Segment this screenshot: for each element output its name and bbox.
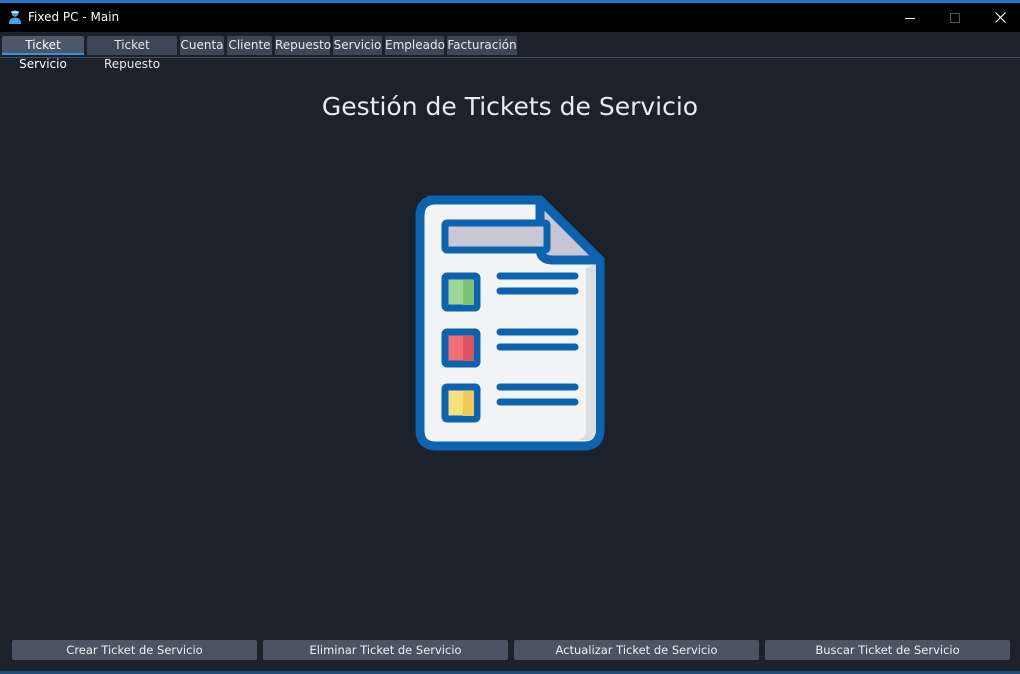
delete-ticket-button[interactable]: Eliminar Ticket de Servicio [263,640,508,660]
tab-facturacion[interactable]: Facturación [447,36,517,55]
tab-ticket-repuesto[interactable]: Ticket Repuesto [87,36,177,71]
maximize-button[interactable] [932,3,978,32]
tab-empleado[interactable]: Empleado [385,36,445,55]
tab-bar: Ticket Servicio Ticket Repuesto Cuenta C… [0,32,1020,71]
document-checklist-icon [415,195,605,451]
tab-cliente[interactable]: Cliente [227,36,272,55]
minimize-button[interactable] [887,3,933,32]
window-title: Fixed PC - Main [28,10,120,24]
tab-repuesto[interactable]: Repuesto [275,36,331,55]
close-icon [994,12,1006,23]
maximize-icon [950,12,960,23]
user-icon [9,10,21,24]
close-button[interactable] [977,3,1020,32]
title-bar[interactable]: Fixed PC - Main [0,3,1020,32]
tab-servicio[interactable]: Servicio [333,36,382,55]
tab-cuenta[interactable]: Cuenta [180,36,224,55]
update-ticket-button[interactable]: Actualizar Ticket de Servicio [514,640,759,660]
search-ticket-button[interactable]: Buscar Ticket de Servicio [765,640,1010,660]
minimize-icon [905,17,915,19]
tab-ticket-servicio[interactable]: Ticket Servicio [2,36,84,71]
page-title: Gestión de Tickets de Servicio [321,92,699,121]
create-ticket-button[interactable]: Crear Ticket de Servicio [12,640,257,660]
